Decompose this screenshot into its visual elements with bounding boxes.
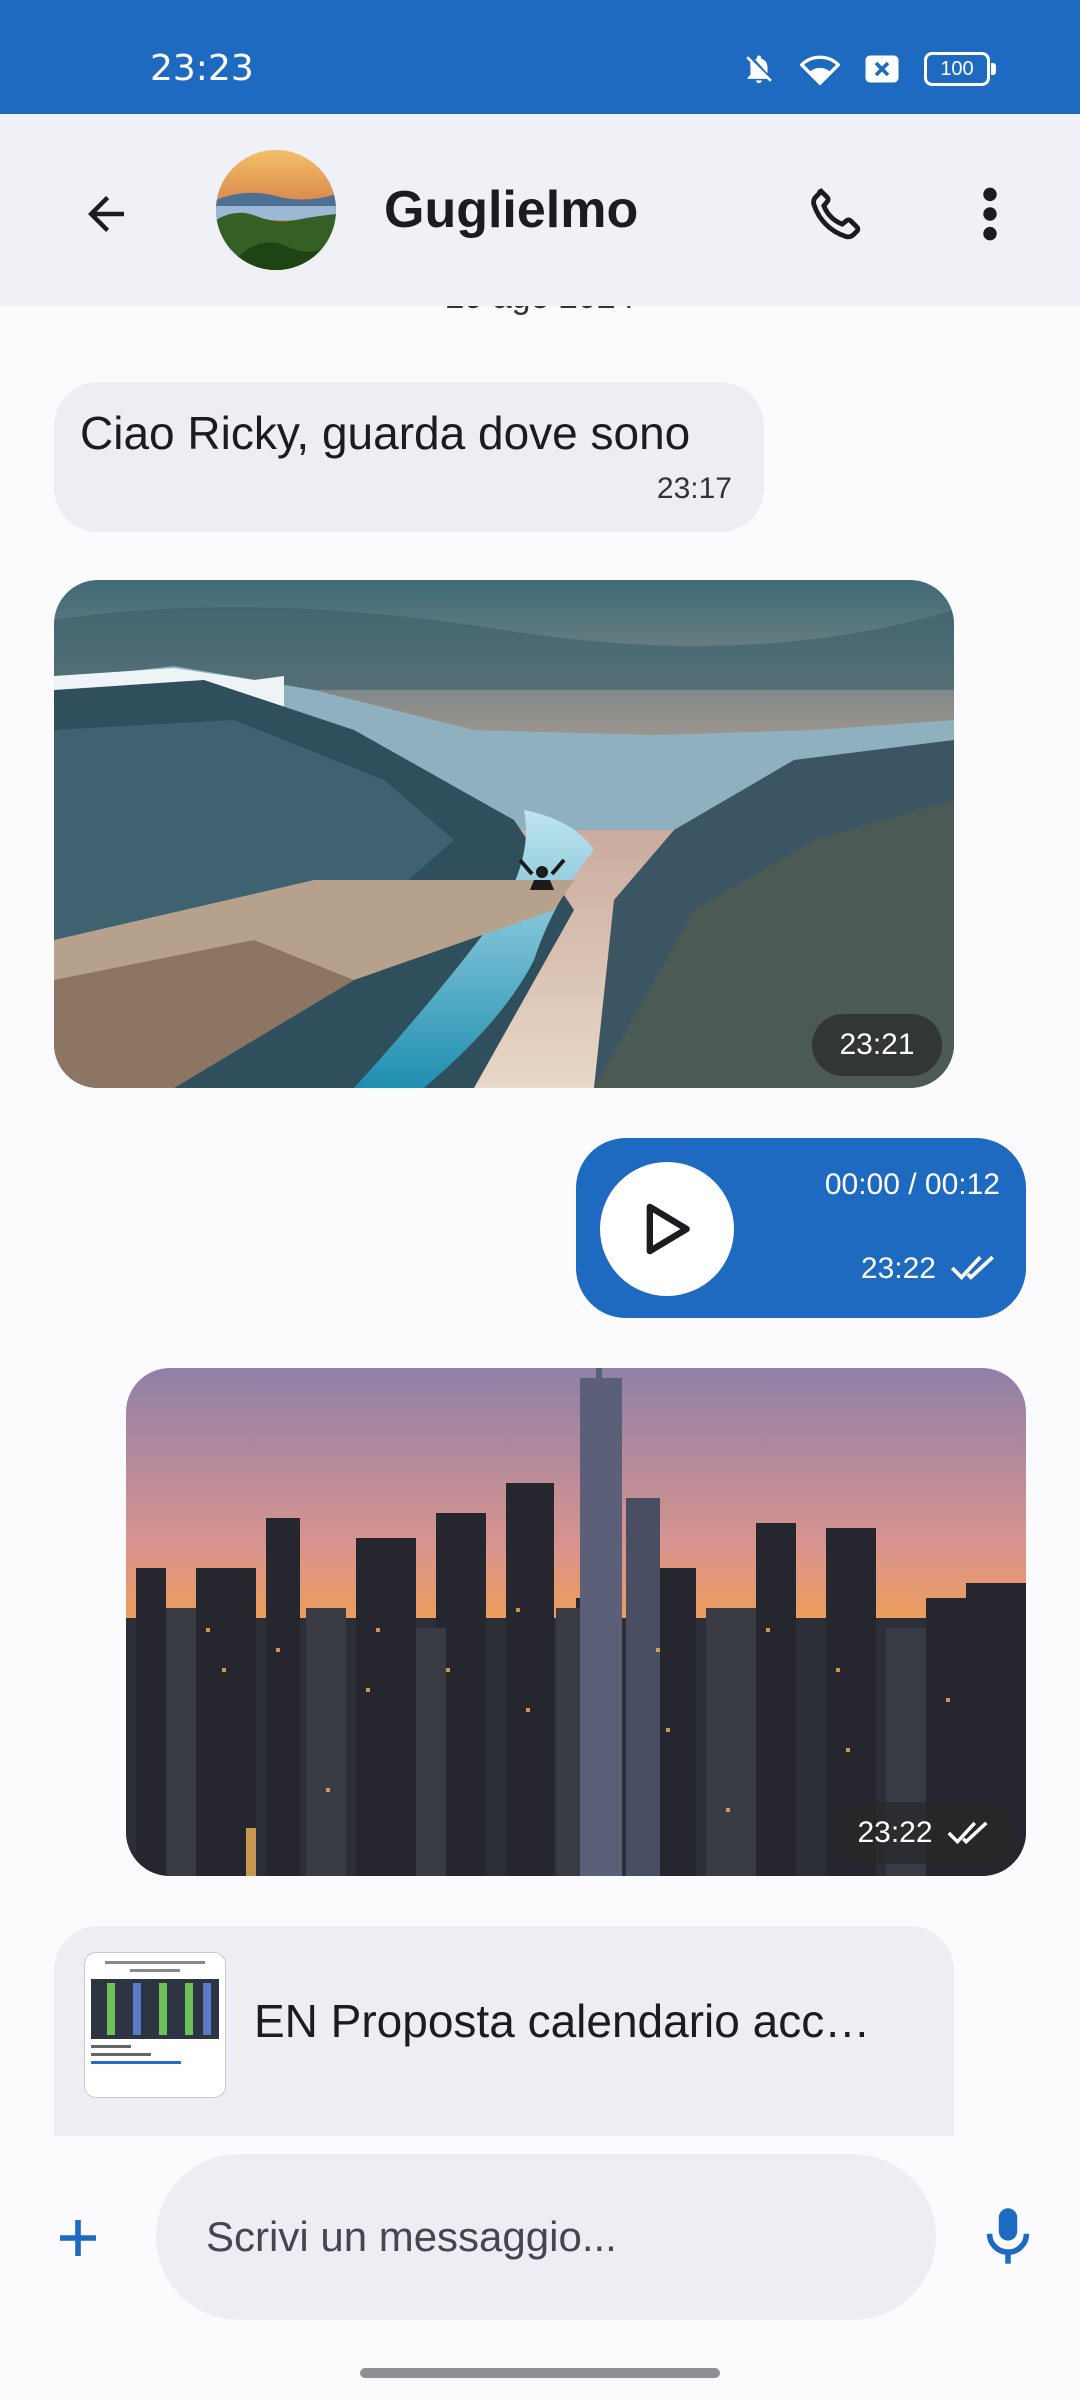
plus-icon xyxy=(60,2220,96,2256)
image-message-outgoing[interactable]: 23:22 xyxy=(126,1368,1026,1876)
message-input-placeholder: Scrivi un messaggio... xyxy=(206,2213,617,2260)
more-vert-icon xyxy=(983,187,997,241)
file-message-incoming[interactable]: EN Proposta calendario acc… xyxy=(54,1926,954,2136)
play-icon xyxy=(646,1203,690,1255)
chat-header: Guglielmo xyxy=(0,114,1080,306)
status-icons: 100 xyxy=(742,52,996,86)
document-thumbnail xyxy=(84,1952,226,2098)
attach-button[interactable] xyxy=(40,2200,116,2276)
voice-record-button[interactable] xyxy=(968,2196,1048,2276)
message-time: 23:22 xyxy=(857,1816,933,1849)
mic-icon xyxy=(986,2208,1030,2264)
document-preview-icon xyxy=(91,1961,219,2064)
audio-duration: 00:00 / 00:12 xyxy=(824,1168,1000,1201)
message-time: 23:22 xyxy=(860,1252,936,1285)
image-message-incoming[interactable]: 23:21 xyxy=(54,580,954,1088)
double-check-icon xyxy=(950,1255,994,1281)
home-indicator[interactable] xyxy=(360,2368,720,2378)
status-time: 23:23 xyxy=(150,48,254,89)
date-separator: 29 ago 2024 xyxy=(0,306,1080,317)
double-check-icon xyxy=(947,1821,988,1845)
message-time: 23:17 xyxy=(656,472,732,505)
message-composer: Scrivi un messaggio... xyxy=(0,2136,1080,2350)
image-time-badge: 23:22 xyxy=(834,1802,1014,1864)
wifi-icon xyxy=(800,55,840,86)
battery-icon: 100 xyxy=(924,52,996,86)
audio-message-outgoing[interactable]: 00:00 / 00:12 23:22 xyxy=(576,1138,1026,1318)
contact-name[interactable]: Guglielmo xyxy=(384,180,638,240)
back-button[interactable] xyxy=(66,174,146,254)
message-list[interactable]: 29 ago 2024 Ciao Ricky, guarda dove sono… xyxy=(0,306,1080,2136)
message-input[interactable]: Scrivi un messaggio... xyxy=(156,2154,936,2320)
more-options-button[interactable] xyxy=(950,174,1030,254)
city-skyline-photo xyxy=(126,1368,1026,1876)
message-time: 23:21 xyxy=(839,1028,915,1061)
fjord-photo xyxy=(54,580,954,1088)
sim-off-icon xyxy=(865,55,899,83)
message-text: Ciao Ricky, guarda dove sono xyxy=(80,407,691,459)
back-arrow-icon xyxy=(88,196,124,232)
file-name: EN Proposta calendario acc… xyxy=(254,1995,871,2047)
avatar-landscape-image xyxy=(216,150,336,270)
bell-off-icon xyxy=(746,55,772,84)
play-button[interactable] xyxy=(600,1162,734,1296)
phone-icon xyxy=(811,188,861,240)
image-time-badge: 23:21 xyxy=(812,1014,942,1076)
contact-avatar[interactable] xyxy=(216,150,336,270)
call-button[interactable] xyxy=(794,174,874,254)
message-bubble-incoming[interactable]: Ciao Ricky, guarda dove sono 23:17 xyxy=(54,382,764,532)
status-bar: 23:23 100 xyxy=(0,0,1080,114)
